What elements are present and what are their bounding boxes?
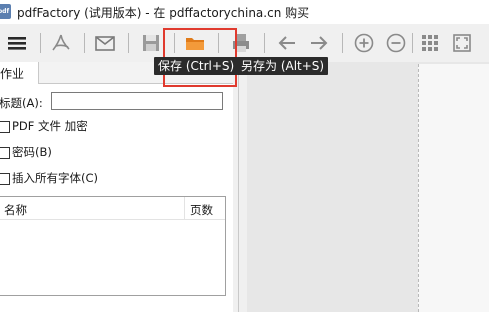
document-list[interactable]: 名称 页数 <box>0 196 226 296</box>
column-header-pages[interactable]: 页数 <box>190 202 213 218</box>
toolbar-separator <box>128 33 129 53</box>
toolbar-separator <box>84 33 85 53</box>
fit-page-icon[interactable] <box>451 32 473 54</box>
page-preview[interactable] <box>418 64 489 312</box>
toolbar-separator <box>264 33 265 53</box>
pdf-app-icon: pdf <box>0 4 11 19</box>
tab-job[interactable]: 作业 <box>0 62 39 84</box>
title-label: 标题(A): <box>0 96 43 110</box>
pdf-acrobat-icon[interactable] <box>50 32 72 54</box>
password-label: 密码(B) <box>12 145 52 159</box>
embed-fonts-checkbox[interactable] <box>0 173 10 185</box>
zoom-out-icon[interactable] <box>385 32 407 54</box>
document-list-header: 名称 页数 <box>0 197 225 220</box>
zoom-in-icon[interactable] <box>353 32 375 54</box>
toolbar-separator <box>342 33 343 53</box>
title-input[interactable] <box>51 92 223 110</box>
password-checkbox[interactable] <box>0 147 10 159</box>
save-as-tooltip: 另存为 (Alt+S) <box>237 57 329 75</box>
toolbar-separator <box>412 33 413 53</box>
title-bar: pdf pdfFactory (试用版本) - 在 pdffactorychin… <box>0 0 489 24</box>
panel-splitter[interactable] <box>233 62 247 312</box>
column-header-name[interactable]: 名称 <box>4 202 27 218</box>
tab-job-label: 作业 <box>0 67 25 81</box>
encrypt-label: PDF 文件 加密 <box>12 119 88 133</box>
embed-fonts-label: 插入所有字体(C) <box>12 171 99 185</box>
column-divider[interactable] <box>184 197 185 219</box>
splitter-line <box>238 62 239 312</box>
arrow-left-icon[interactable] <box>276 32 298 54</box>
save-disk-icon[interactable] <box>140 32 162 54</box>
window-title: pdfFactory (试用版本) - 在 pdffactorychina.cn… <box>17 6 310 20</box>
toolbar-separator <box>40 33 41 53</box>
encrypt-checkbox[interactable] <box>0 121 10 133</box>
arrow-right-icon[interactable] <box>308 32 330 54</box>
menu-icon[interactable] <box>6 32 28 54</box>
save-tooltip: 保存 (Ctrl+S) <box>154 57 239 75</box>
grid-view-icon[interactable] <box>419 32 441 54</box>
email-icon[interactable] <box>94 32 116 54</box>
